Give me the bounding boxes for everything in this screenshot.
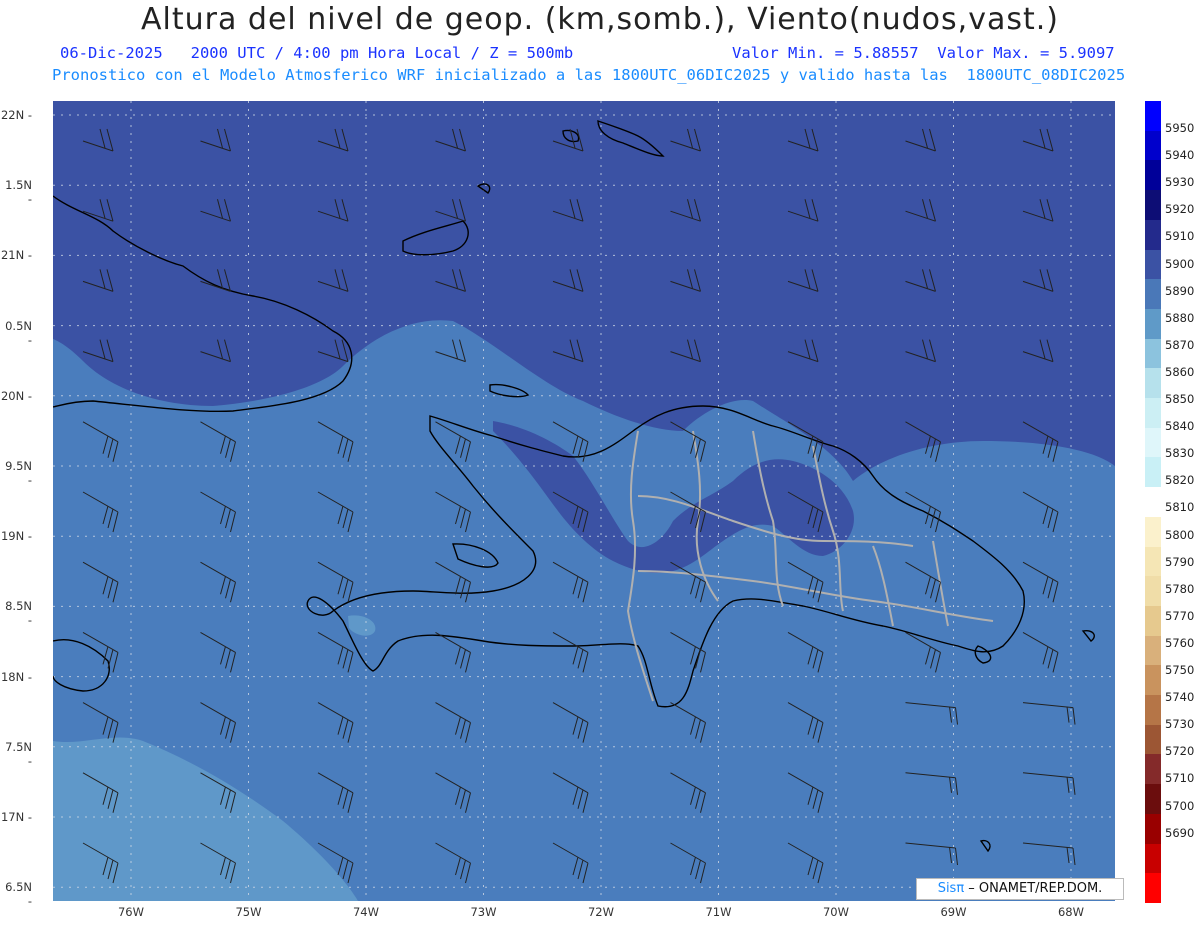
legend-value: 5870: [1165, 337, 1195, 352]
lat-label: 0.5N -: [5, 318, 32, 347]
legend-value: 5880: [1165, 310, 1195, 325]
model-info-line: Pronostico con el Modelo Atmosferico WRF…: [52, 66, 1126, 84]
credit-sis: Sis: [937, 881, 957, 896]
forecast-time-line: 06-Dic-2025 2000 UTC / 4:00 pm Hora Loca…: [60, 44, 1160, 62]
lat-label: 1.5N -: [5, 178, 32, 207]
legend-swatch: [1145, 843, 1161, 874]
legend-value: 5910: [1165, 229, 1195, 244]
legend-value: 5890: [1165, 283, 1195, 298]
legend-swatch: [1145, 279, 1161, 310]
legend-swatch: [1145, 338, 1161, 369]
legend-swatch: [1145, 784, 1161, 815]
legend-swatch: [1145, 487, 1161, 518]
lon-label: 68W: [1057, 905, 1084, 919]
legend-value: 5830: [1165, 446, 1195, 461]
lat-label: 9.5N -: [5, 459, 32, 487]
lat-label: 8.5N -: [5, 599, 32, 628]
legend-swatch: [1145, 457, 1161, 488]
map-title: Altura del nivel de geop. (km,somb.), Vi…: [141, 2, 1059, 37]
legend-value: 5800: [1165, 527, 1195, 542]
legend-value: 5710: [1165, 771, 1195, 786]
legend-value: 5820: [1165, 473, 1195, 488]
lon-label: 72W: [587, 905, 614, 919]
lat-label: 19N -: [0, 529, 32, 544]
legend-swatch: [1145, 101, 1161, 132]
lon-label: 75W: [235, 905, 262, 919]
lat-label: 17N -: [0, 810, 32, 824]
legend-value: 5760: [1165, 635, 1195, 650]
legend-value: 5780: [1165, 581, 1195, 596]
lon-label: 69W: [940, 905, 967, 919]
legend-value: 5950: [1165, 121, 1195, 135]
lat-label: 7.5N -: [5, 739, 32, 768]
legend-value: 5740: [1165, 690, 1195, 705]
legend-swatch: [1145, 160, 1161, 191]
legend-swatch: [1145, 427, 1161, 458]
legend-value: 5840: [1165, 419, 1195, 434]
color-legend: [1145, 101, 1161, 904]
legend-value: 5810: [1165, 500, 1195, 515]
legend-swatch: [1145, 665, 1161, 696]
credit-pi: π: [956, 881, 965, 896]
min-max-values: Valor Min. = 5.88557 Valor Max. = 5.9097: [732, 44, 1115, 62]
legend-value: 5940: [1165, 148, 1195, 163]
legend-value: 5850: [1165, 392, 1195, 406]
legend-value: 5920: [1165, 202, 1195, 217]
lon-label: 76W: [117, 905, 144, 919]
legend-swatch: [1145, 130, 1161, 161]
credit-box: Sisπ – ONAMET/REP.DOM.: [916, 878, 1124, 900]
lon-label: 70W: [822, 905, 849, 919]
legend-swatch: [1145, 190, 1161, 221]
legend-swatch: [1145, 308, 1161, 340]
legend-swatch: [1145, 813, 1161, 845]
lat-label: 18N -: [0, 669, 32, 684]
forecast-time-text: 06-Dic-2025 2000 UTC / 4:00 pm Hora Loca…: [60, 44, 574, 62]
legend-value: 5860: [1165, 364, 1195, 379]
lat-label: 21N -: [0, 248, 32, 263]
legend-value: 5790: [1165, 554, 1195, 569]
legend-swatch: [1145, 576, 1161, 607]
legend-swatch: [1145, 546, 1161, 577]
lat-label: 6.5N -: [5, 880, 32, 909]
lat-label: 20N -: [0, 388, 32, 403]
legend-swatch: [1145, 873, 1161, 904]
legend-value: 5900: [1165, 256, 1195, 271]
legend-value: 5770: [1165, 608, 1195, 623]
legend-swatch: [1145, 219, 1161, 251]
legend-swatch: [1145, 605, 1161, 637]
lat-label: 22N -: [0, 108, 32, 122]
credit-org: – ONAMET/REP.DOM.: [964, 881, 1103, 896]
legend-swatch: [1145, 695, 1161, 726]
legend-value: 5750: [1165, 663, 1195, 677]
legend-swatch: [1145, 635, 1161, 666]
lon-label: 73W: [470, 905, 497, 919]
legend-swatch: [1145, 398, 1161, 429]
legend-swatch: [1145, 724, 1161, 755]
legend-value: 5690: [1165, 825, 1195, 840]
legend-value: 5700: [1165, 798, 1195, 813]
legend-value: 5730: [1165, 717, 1195, 732]
legend-swatch: [1145, 754, 1161, 785]
legend-value: 5930: [1165, 175, 1195, 190]
legend-swatch: [1145, 249, 1161, 280]
lon-label: 74W: [352, 905, 379, 919]
legend-swatch: [1145, 516, 1161, 548]
legend-value: 5720: [1165, 744, 1195, 759]
geopotential-map: [53, 101, 1115, 901]
lon-label: 71W: [705, 905, 732, 919]
legend-swatch: [1145, 368, 1161, 399]
